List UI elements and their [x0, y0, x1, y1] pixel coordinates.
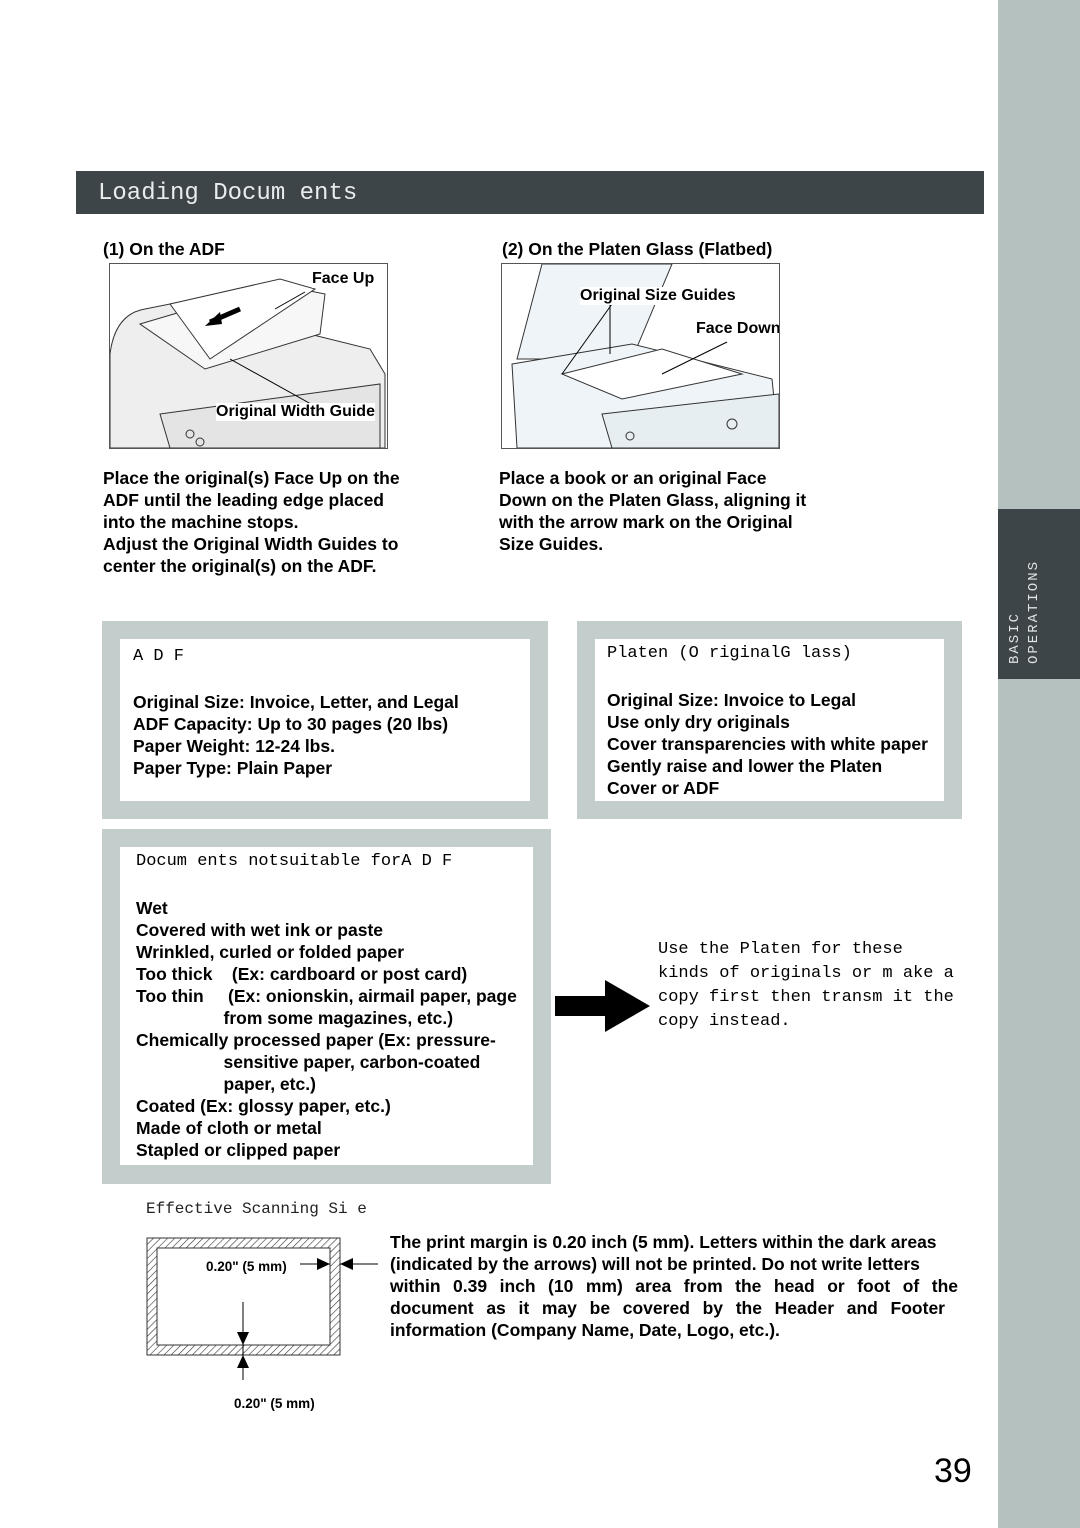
- bottom-margin-label: 0.20" (5 mm): [234, 1396, 315, 1411]
- scanning-area-diagram: [146, 1237, 378, 1380]
- adf-illustration: Face Up Original Width Guide: [109, 263, 388, 449]
- page-number: 39: [934, 1452, 972, 1490]
- page-title: Loading Docum ents: [98, 180, 358, 207]
- platen-illustration: Original Size Guides Face Down: [501, 263, 780, 449]
- print-margin-description: The print margin is 0.20 inch (5 mm). Le…: [390, 1232, 958, 1340]
- side-margin-label: 0.20" (5 mm): [206, 1259, 287, 1274]
- platen-specs-box: Platen (O riginalG lass) Original Size: …: [577, 621, 962, 819]
- adf-box-title: A D F: [133, 647, 185, 666]
- size-guides-label: Original Size Guides: [580, 287, 736, 305]
- page-header: Loading Docum ents: [76, 171, 984, 214]
- unsuitable-box-title: Docum ents notsuitable forA D F: [136, 852, 453, 871]
- section-tab-label: BASIC OPERATIONS: [1007, 559, 1042, 664]
- adf-specs-list: Original Size: Invoice, Letter, and Lega…: [133, 692, 459, 778]
- unsuitable-documents-box: Docum ents notsuitable forA D F Wet Cover…: [102, 829, 551, 1184]
- width-guide-label: Original Width Guide: [216, 403, 375, 421]
- manual-page: BASIC OPERATIONS Loading Docum ents (1) O…: [0, 0, 1080, 1528]
- unsuitable-list: Wet Covered with wet ink or paste Wrinkled…: [136, 898, 517, 1160]
- adf-specs-box: A D F Original Size: Invoice, Letter, an…: [102, 621, 548, 819]
- adf-instructions: Place the original(s) Face Up on the ADF …: [103, 468, 400, 576]
- platen-recommendation: Use the Platen for these kinds of origina…: [658, 940, 954, 1031]
- side-margin-bar: [998, 0, 1080, 1528]
- platen-instructions: Place a book or an original Face Down on …: [499, 468, 807, 554]
- face-down-label: Face Down: [696, 320, 780, 338]
- face-up-label: Face Up: [312, 270, 375, 288]
- platen-heading: (2) On the Platen Glass (Flatbed): [502, 239, 773, 259]
- platen-box-title: Platen (O riginalG lass): [607, 644, 852, 663]
- scanning-title: Effective Scanning Si e: [146, 1200, 367, 1218]
- adf-heading: (1) On the ADF: [103, 239, 225, 259]
- platen-specs-list: Original Size: Invoice to Legal Use only …: [607, 690, 928, 798]
- arrow-right-icon: [555, 980, 650, 1032]
